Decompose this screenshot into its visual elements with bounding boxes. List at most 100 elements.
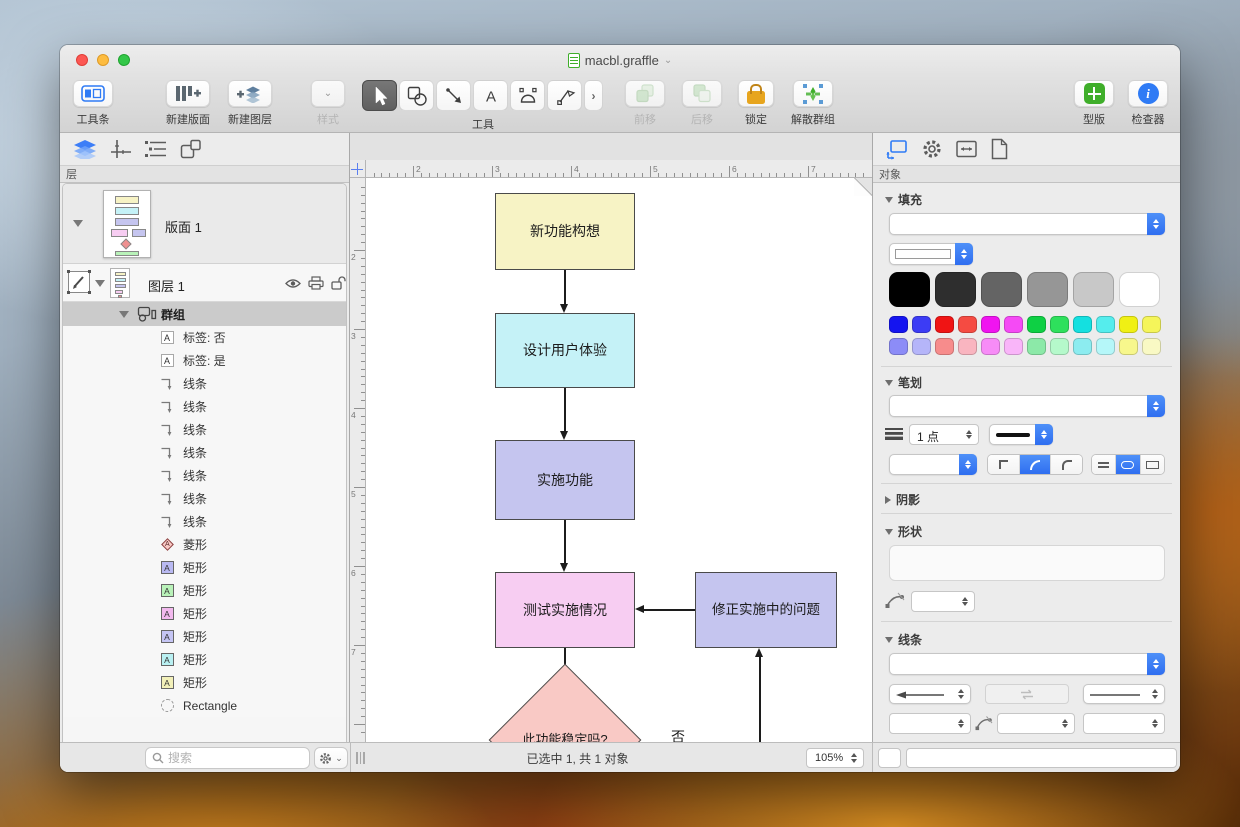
layer-object-row[interactable]: A 菱形 <box>63 533 346 556</box>
connector-line[interactable] <box>644 609 695 611</box>
layer-object-row[interactable]: 线条 <box>63 372 346 395</box>
send-backward-button[interactable]: 后移 <box>680 80 724 127</box>
edge-label-no[interactable]: 否 <box>671 727 685 742</box>
ungroup-button[interactable]: 解散群组 <box>782 80 844 127</box>
line-tool-button[interactable] <box>436 80 471 111</box>
color-swatch[interactable] <box>1142 338 1161 355</box>
pill-option[interactable] <box>1115 455 1140 474</box>
flow-node-idea[interactable]: 新功能构想 <box>495 193 635 270</box>
color-swatch[interactable] <box>935 338 954 355</box>
layer-object-row[interactable]: 线条 <box>63 441 346 464</box>
stroke-color-dropdown[interactable] <box>989 424 1053 445</box>
layer-object-row[interactable]: A 标签: 否 <box>63 326 346 349</box>
collapsed-triangle-icon[interactable] <box>885 495 891 504</box>
layers-tab-icon[interactable] <box>72 139 98 159</box>
color-swatch[interactable] <box>1004 316 1023 333</box>
line-size-field-1[interactable] <box>889 713 971 734</box>
layer-object-row[interactable]: 线条 <box>63 395 346 418</box>
color-swatch[interactable] <box>1142 316 1161 333</box>
corner-square-option[interactable] <box>988 455 1019 474</box>
color-swatch[interactable] <box>1096 316 1115 333</box>
size-tab-icon[interactable] <box>955 139 978 159</box>
stepper-icon[interactable] <box>1147 395 1165 417</box>
layer-object-row[interactable]: A 矩形 <box>63 648 346 671</box>
page-nav-button[interactable] <box>878 748 901 768</box>
start-arrowhead-dropdown[interactable] <box>889 684 971 704</box>
point-editor-tool-button[interactable] <box>547 80 582 111</box>
corner-round-option[interactable] <box>1018 455 1051 474</box>
layer-object-row[interactable]: A 矩形 <box>63 671 346 694</box>
disclosure-triangle-icon[interactable] <box>119 311 129 318</box>
stepper-icon[interactable] <box>1149 714 1161 733</box>
color-swatch[interactable] <box>981 316 1000 333</box>
search-input[interactable] <box>168 751 288 765</box>
artboard-tool-button[interactable] <box>510 80 545 111</box>
layer-object-row[interactable]: 线条 <box>63 464 346 487</box>
connector-line[interactable] <box>564 388 566 431</box>
fill-type-dropdown[interactable] <box>889 213 1165 235</box>
color-swatch[interactable] <box>935 316 954 333</box>
color-swatch[interactable] <box>1119 272 1160 307</box>
color-swatch[interactable] <box>1096 338 1115 355</box>
layer-object-row[interactable]: A 矩形 <box>63 602 346 625</box>
layer-object-row[interactable]: 线条 <box>63 510 346 533</box>
new-layer-button[interactable]: 新建图层 <box>220 80 280 127</box>
object-tab-icon[interactable] <box>885 138 909 160</box>
color-swatch[interactable] <box>1027 338 1046 355</box>
fill-color-well[interactable] <box>889 243 973 265</box>
stepper-icon[interactable] <box>959 454 977 475</box>
connector-line[interactable] <box>564 520 566 563</box>
stroke-pattern-dropdown[interactable] <box>889 454 977 475</box>
color-swatch[interactable] <box>912 316 931 333</box>
stepper-icon[interactable] <box>1147 653 1165 675</box>
line-size-field-3[interactable] <box>1083 713 1165 734</box>
flow-node-implement[interactable]: 实施功能 <box>495 440 635 520</box>
disclosure-triangle-icon[interactable] <box>95 280 105 287</box>
flow-node-test[interactable]: 测试实施情况 <box>495 572 635 648</box>
flow-node-fix[interactable]: 修正实施中的问题 <box>695 572 837 648</box>
layer-row[interactable]: 图层 1 <box>63 264 346 302</box>
stepper-icon[interactable] <box>955 685 967 703</box>
unlock-icon[interactable] <box>331 276 346 290</box>
stroke-type-dropdown[interactable] <box>889 395 1165 417</box>
color-swatch[interactable] <box>1073 338 1092 355</box>
lock-button[interactable]: 锁定 <box>737 80 775 127</box>
canvas-name-field[interactable] <box>906 748 1177 768</box>
stepper-icon[interactable] <box>1035 424 1053 445</box>
shadow-section-header[interactable]: 阴影 <box>885 491 920 508</box>
line-type-dropdown[interactable] <box>889 653 1165 675</box>
stencils-button[interactable]: 型版 <box>1072 80 1116 127</box>
outline-tab-icon[interactable] <box>144 140 168 158</box>
swap-arrowheads-button[interactable] <box>985 684 1069 704</box>
color-swatch[interactable] <box>1119 316 1138 333</box>
color-swatch[interactable] <box>889 338 908 355</box>
search-field[interactable] <box>145 747 310 769</box>
properties-gear-tab-icon[interactable] <box>921 138 943 160</box>
layer-object-row[interactable]: 线条 <box>63 418 346 441</box>
corner-radius-field[interactable] <box>911 591 975 612</box>
layer-options-button[interactable]: ⌄ <box>314 747 348 769</box>
color-swatch[interactable] <box>981 272 1022 307</box>
inspector-button[interactable]: i 检查器 <box>1123 80 1173 127</box>
layer-object-row[interactable]: 线条 <box>63 487 346 510</box>
color-swatch[interactable] <box>958 338 977 355</box>
stepper-icon[interactable] <box>963 425 975 444</box>
bring-forward-button[interactable]: 前移 <box>623 80 667 127</box>
canvases-tab-icon[interactable] <box>110 139 132 159</box>
canvas-row[interactable]: 版面 1 <box>63 184 346 264</box>
color-swatch[interactable] <box>981 338 1000 355</box>
color-swatch[interactable] <box>912 338 931 355</box>
stepper-icon[interactable] <box>1059 714 1071 733</box>
stepper-icon[interactable] <box>1147 213 1165 235</box>
color-swatch[interactable] <box>1050 316 1069 333</box>
color-swatch[interactable] <box>889 316 908 333</box>
color-swatch[interactable] <box>1050 338 1069 355</box>
color-swatch[interactable] <box>958 316 977 333</box>
color-swatch[interactable] <box>1073 316 1092 333</box>
objects-tab-icon[interactable] <box>180 139 202 159</box>
collapse-triangle-icon[interactable] <box>885 528 893 535</box>
title-chevron-icon[interactable]: ⌄ <box>664 55 672 66</box>
shape-preview-well[interactable] <box>889 545 1165 581</box>
stepper-icon[interactable] <box>955 714 967 733</box>
stepper-icon[interactable] <box>1149 685 1161 703</box>
